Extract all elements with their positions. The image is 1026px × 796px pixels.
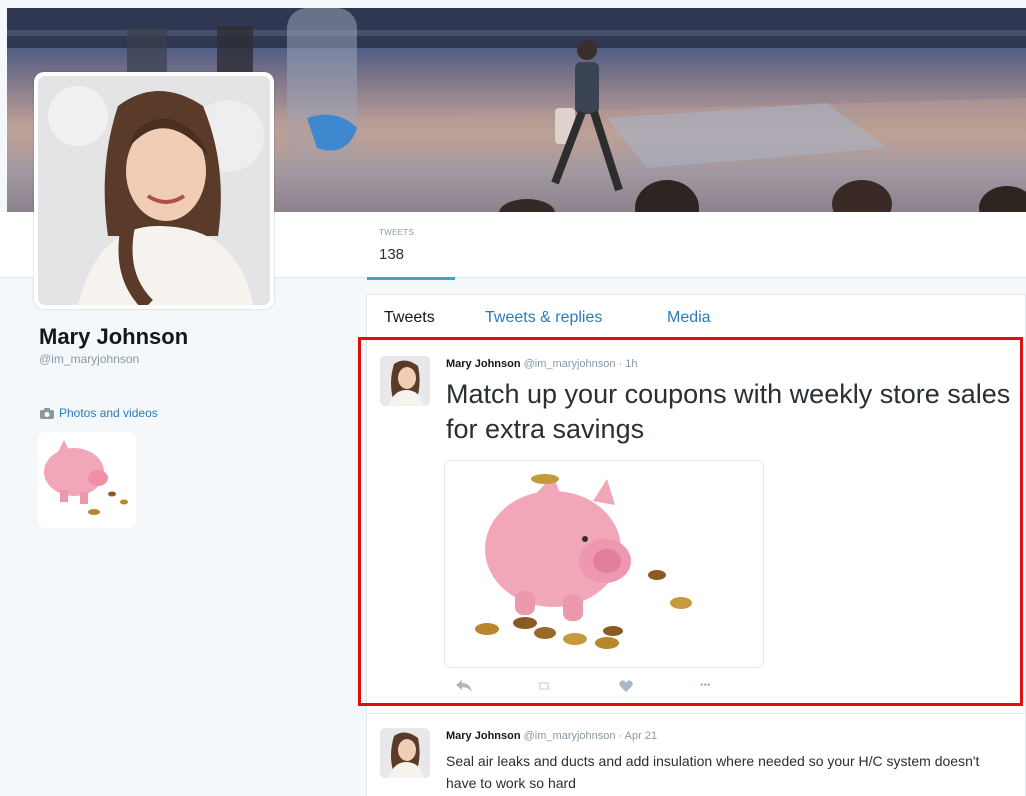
tweet-meta[interactable]: @im_maryjohnson · Apr 21	[524, 730, 657, 742]
tab-tweets-replies[interactable]: Tweets & replies	[485, 309, 602, 327]
photos-videos-link[interactable]: Photos and videos	[40, 406, 158, 420]
tweet-author-name[interactable]: Mary Johnson	[446, 730, 521, 742]
camera-icon	[40, 407, 54, 419]
tweets-stat-label: TWEETS	[379, 228, 415, 237]
tweets-stat-underline	[367, 277, 455, 280]
profile-name[interactable]: Mary Johnson	[39, 324, 188, 350]
tweet-header: Mary Johnson @im_maryjohnson · Apr 21	[446, 730, 657, 742]
highlight-box	[358, 337, 1023, 706]
tab-media[interactable]: Media	[667, 309, 711, 327]
timeline-tabs: Tweets Tweets & replies Media	[367, 295, 1025, 337]
tab-tweets[interactable]: Tweets	[384, 309, 435, 327]
media-thumbnail[interactable]	[38, 432, 136, 528]
tweet-text: Seal air leaks and ducts and add insulat…	[446, 753, 980, 791]
profile-avatar-image	[38, 76, 270, 305]
profile-handle: @im_maryjohnson	[39, 352, 140, 366]
tweet-divider	[366, 713, 1026, 714]
tweet-avatar[interactable]	[380, 728, 430, 778]
profile-avatar[interactable]	[34, 72, 274, 309]
tweets-stat[interactable]: TWEETS 138	[367, 222, 455, 280]
tweets-stat-count: 138	[379, 246, 405, 263]
photos-videos-label: Photos and videos	[59, 406, 158, 420]
